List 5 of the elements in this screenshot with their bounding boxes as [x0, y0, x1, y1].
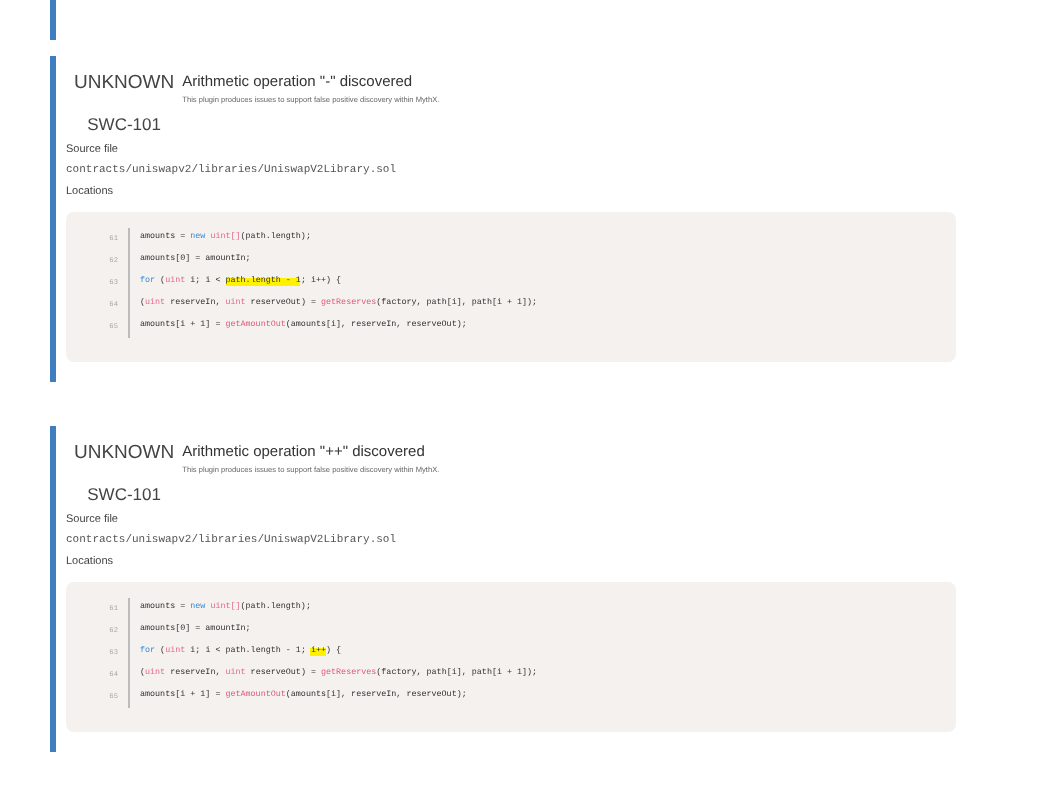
swc-id: SWC-101 — [87, 484, 161, 504]
severity-label: UNKNOWN — [74, 442, 175, 464]
card-edge — [50, 0, 56, 40]
severity-label: UNKNOWN — [74, 72, 175, 94]
swc-id: SWC-101 — [87, 114, 161, 134]
